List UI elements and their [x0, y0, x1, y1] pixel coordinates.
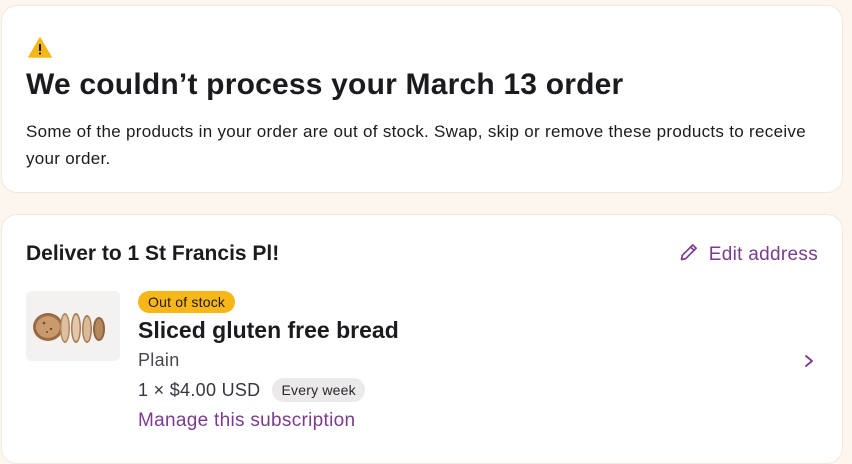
product-name: Sliced gluten free bread [138, 317, 399, 343]
product-price: 1 × $4.00 USD [138, 379, 261, 400]
frequency-badge: Every week [272, 378, 365, 402]
product-item[interactable]: Out of stock Sliced gluten free bread Pl… [26, 289, 826, 439]
alert-title: We couldn’t process your March 13 order [26, 68, 624, 101]
chevron-right-icon[interactable] [802, 351, 816, 371]
out-of-stock-badge: Out of stock [138, 291, 236, 313]
order-alert-card: We couldn’t process your March 13 order … [1, 5, 843, 193]
product-variant: Plain [138, 350, 180, 370]
delivery-title: Deliver to 1 St Francis Pl! [26, 242, 280, 265]
product-image [26, 291, 120, 361]
delivery-card: Deliver to 1 St Francis Pl! Edit address [1, 214, 843, 464]
edit-address-label: Edit address [708, 244, 818, 265]
pencil-icon [679, 242, 699, 268]
warning-icon [28, 36, 52, 60]
manage-subscription-link[interactable]: Manage this subscription [138, 410, 355, 432]
alert-message: Some of the products in your order are o… [26, 122, 806, 168]
edit-address-button[interactable]: Edit address [679, 242, 818, 268]
price-row: 1 × $4.00 USD Every week [138, 378, 365, 402]
